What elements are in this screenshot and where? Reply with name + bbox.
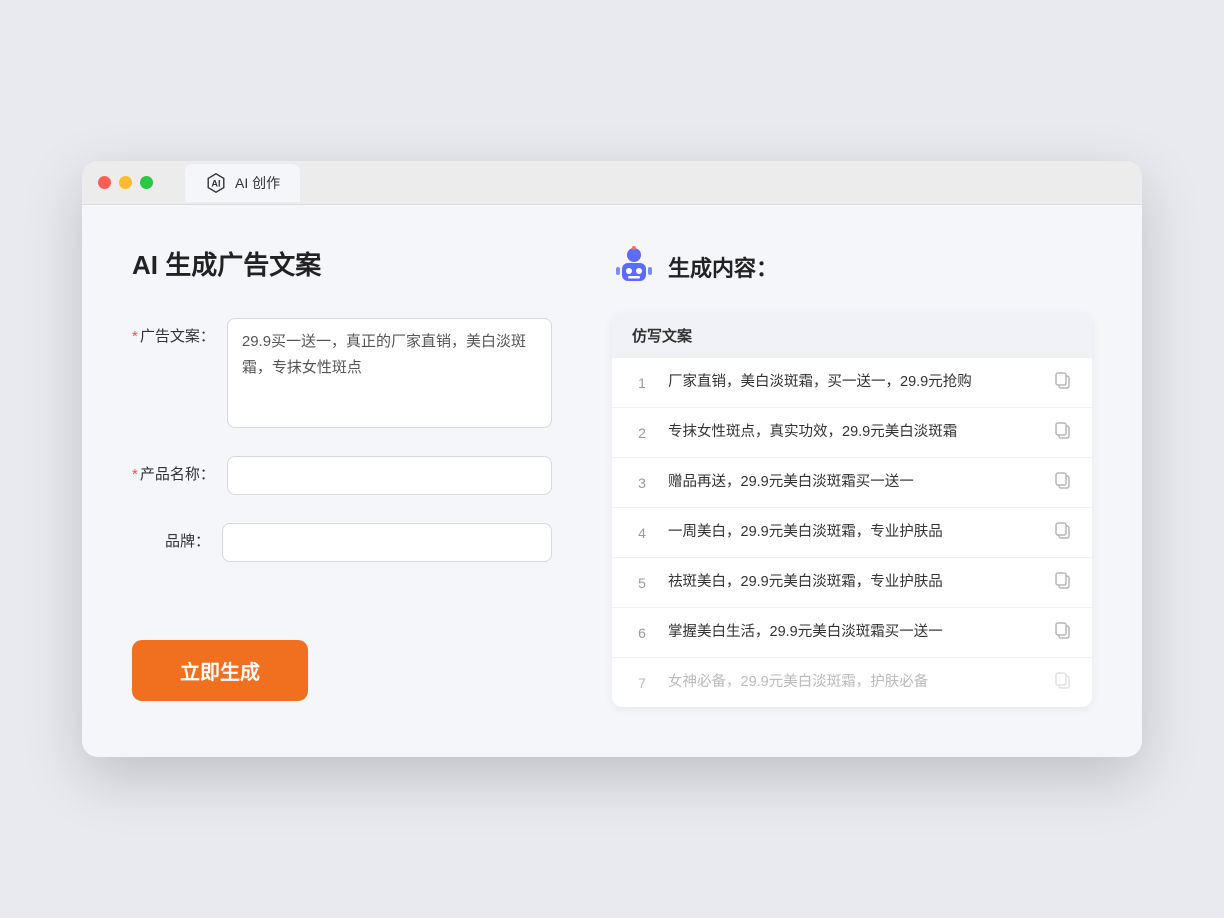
copy-icon[interactable] [1054, 371, 1072, 394]
ai-creation-tab[interactable]: AI AI 创作 [185, 164, 300, 202]
content-area: AI 生成广告文案 *广告文案： 29.9买一送一，真正的厂家直销，美白淡斑霜，… [82, 205, 1142, 757]
table-row: 4 一周美白，29.9元美白淡斑霜，专业护肤品 [612, 508, 1092, 558]
row-text: 祛斑美白，29.9元美白淡斑霜，专业护肤品 [668, 572, 1038, 594]
left-panel: AI 生成广告文案 *广告文案： 29.9买一送一，真正的厂家直销，美白淡斑霜，… [132, 245, 552, 707]
page-title: AI 生成广告文案 [132, 245, 552, 282]
table-row: 7 女神必备，29.9元美白淡斑霜，护肤必备 [612, 658, 1092, 707]
brand-input[interactable]: 好白 [222, 523, 552, 562]
ad-copy-group: *广告文案： 29.9买一送一，真正的厂家直销，美白淡斑霜，专抹女性斑点 [132, 318, 552, 428]
ad-copy-label: *广告文案： [132, 318, 227, 349]
ad-copy-input[interactable]: 29.9买一送一，真正的厂家直销，美白淡斑霜，专抹女性斑点 [227, 318, 552, 428]
row-number: 5 [632, 575, 652, 591]
row-number: 4 [632, 525, 652, 541]
robot-icon [612, 245, 656, 289]
brand-label: 品牌： [132, 523, 222, 554]
copy-icon[interactable] [1054, 521, 1072, 544]
svg-text:AI: AI [211, 178, 220, 188]
product-required-mark: * [132, 466, 138, 483]
table-row: 5 祛斑美白，29.9元美白淡斑霜，专业护肤品 [612, 558, 1092, 608]
row-text: 赠品再送，29.9元美白淡斑霜买一送一 [668, 472, 1038, 494]
ai-tab-icon: AI [205, 172, 227, 194]
table-row: 3 赠品再送，29.9元美白淡斑霜买一送一 [612, 458, 1092, 508]
row-text: 专抹女性斑点，真实功效，29.9元美白淡斑霜 [668, 422, 1038, 444]
row-text: 一周美白，29.9元美白淡斑霜，专业护肤品 [668, 522, 1038, 544]
result-title: 生成内容： [668, 251, 778, 283]
minimize-button[interactable] [119, 176, 132, 189]
row-text: 女神必备，29.9元美白淡斑霜，护肤必备 [668, 672, 1038, 694]
result-table: 仿写文案 1 厂家直销，美白淡斑霜，买一送一，29.9元抢购 2 专抹女性斑点，真实… [612, 313, 1092, 707]
maximize-button[interactable] [140, 176, 153, 189]
close-button[interactable] [98, 176, 111, 189]
traffic-lights [98, 176, 153, 189]
copy-icon[interactable] [1054, 421, 1072, 444]
ad-copy-required-mark: * [132, 328, 138, 345]
table-row: 2 专抹女性斑点，真实功效，29.9元美白淡斑霜 [612, 408, 1092, 458]
row-number: 1 [632, 375, 652, 391]
product-name-input[interactable]: 美白淡斑霜 [227, 456, 552, 495]
copy-icon[interactable] [1054, 621, 1072, 644]
copy-icon [1054, 671, 1072, 694]
result-header: 生成内容： [612, 245, 1092, 289]
brand-group: 品牌： 好白 [132, 523, 552, 562]
generate-button[interactable]: 立即生成 [132, 640, 308, 701]
row-text: 厂家直销，美白淡斑霜，买一送一，29.9元抢购 [668, 372, 1038, 394]
copy-icon[interactable] [1054, 471, 1072, 494]
product-name-group: *产品名称： 美白淡斑霜 [132, 456, 552, 495]
row-number: 6 [632, 625, 652, 641]
browser-window: AI AI 创作 AI 生成广告文案 *广告文案： 29.9买一送一，真正的厂家… [82, 161, 1142, 757]
row-text: 掌握美白生活，29.9元美白淡斑霜买一送一 [668, 622, 1038, 644]
product-name-label: *产品名称： [132, 456, 227, 487]
row-number: 7 [632, 675, 652, 691]
row-number: 3 [632, 475, 652, 491]
titlebar: AI AI 创作 [82, 161, 1142, 205]
tab-label: AI 创作 [235, 173, 280, 193]
copy-icon[interactable] [1054, 571, 1072, 594]
table-header: 仿写文案 [612, 313, 1092, 358]
table-row: 1 厂家直销，美白淡斑霜，买一送一，29.9元抢购 [612, 358, 1092, 408]
right-panel: 生成内容： 仿写文案 1 厂家直销，美白淡斑霜，买一送一，29.9元抢购 2 专抹女… [612, 245, 1092, 707]
table-row: 6 掌握美白生活，29.9元美白淡斑霜买一送一 [612, 608, 1092, 658]
row-number: 2 [632, 425, 652, 441]
